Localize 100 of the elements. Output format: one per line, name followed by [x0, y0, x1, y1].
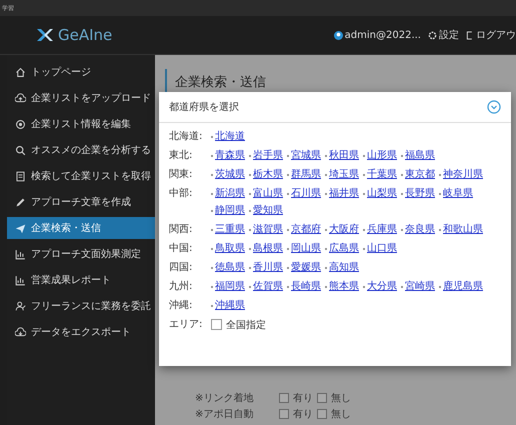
paper-plane-icon — [15, 222, 26, 234]
prefecture-link[interactable]: 島根県 — [253, 241, 283, 256]
prefecture-link[interactable]: 滋賀県 — [253, 222, 283, 237]
prefecture-link[interactable]: 熊本県 — [329, 279, 359, 294]
prefecture-link[interactable]: 石川県 — [291, 186, 321, 201]
prefecture-link[interactable]: 山口県 — [367, 241, 397, 256]
prefecture-link[interactable]: 千葉県 — [367, 167, 397, 182]
logo-text: GeAIne — [58, 26, 112, 44]
prefecture-link[interactable]: 鳥取県 — [215, 241, 245, 256]
checkbox[interactable] — [317, 409, 327, 419]
prefecture-link[interactable]: 秋田県 — [329, 148, 359, 163]
checkbox-label: 有り — [293, 408, 313, 421]
prefecture-link[interactable]: 大分県 — [367, 279, 397, 294]
prefecture-link[interactable]: 山梨県 — [367, 186, 397, 201]
prefecture-link[interactable]: 和歌山県 — [443, 222, 483, 237]
prefecture-link[interactable]: 静岡県 — [215, 203, 245, 218]
sidebar-item[interactable]: データをエクスポート — [7, 321, 155, 343]
prefecture-link[interactable]: 富山県 — [253, 186, 283, 201]
sidebar-item[interactable]: アプローチ文面効果測定 — [7, 243, 155, 265]
checkbox[interactable] — [317, 393, 327, 403]
prefecture-link[interactable]: 香川県 — [253, 260, 283, 275]
prefecture-link[interactable]: 栃木県 — [253, 167, 283, 182]
document-icon — [15, 170, 26, 182]
sidebar-item[interactable]: 企業検索・送信 — [7, 217, 155, 239]
prefecture-link[interactable]: 沖縄県 — [215, 298, 245, 313]
prefecture-link[interactable]: 徳島県 — [215, 260, 245, 275]
logout-link[interactable]: ログアウ — [476, 28, 516, 42]
prefecture-link[interactable]: 宮崎県 — [405, 279, 435, 294]
region-label: 四国: — [169, 261, 194, 275]
area-label: エリア: — [169, 318, 204, 332]
sidebar-item[interactable]: 企業リスト情報を編集 — [7, 113, 155, 135]
checkbox-label: 無し — [331, 408, 351, 421]
checkbox[interactable] — [279, 409, 289, 419]
prefecture-link[interactable]: 神奈川県 — [443, 167, 483, 182]
prefecture-link[interactable]: 青森県 — [215, 148, 245, 163]
user-name[interactable]: admin@2022... — [344, 30, 421, 40]
region-label: 九州: — [169, 280, 194, 294]
prefecture-link[interactable]: 京都府 — [291, 222, 321, 237]
prefecture-link[interactable]: 山形県 — [367, 148, 397, 163]
sidebar-item[interactable]: 検索して企業リストを取得 — [7, 165, 155, 187]
modal-title: 都道府県を選択 — [169, 100, 239, 114]
pencil-icon — [15, 196, 26, 208]
prefecture-link[interactable]: 北海道 — [215, 129, 245, 144]
prefecture-link[interactable]: 兵庫県 — [367, 222, 397, 237]
logout-icon — [466, 30, 474, 40]
region-label: 中国: — [169, 242, 194, 256]
sidebar-item[interactable]: 営業成果レポート — [7, 269, 155, 291]
region-label: 関西: — [169, 223, 194, 237]
sidebar-item[interactable]: フリーランスに業務を委託 — [7, 295, 155, 317]
prefecture-link[interactable]: 広島県 — [329, 241, 359, 256]
region-label: 北海道: — [169, 130, 204, 144]
sidebar-item[interactable]: 企業リストをアップロード — [7, 87, 155, 109]
cloud-icon — [15, 326, 26, 338]
prefecture-link[interactable]: 鹿児島県 — [443, 279, 483, 294]
person-icon — [15, 300, 26, 312]
prefecture-link[interactable]: 愛媛県 — [291, 260, 321, 275]
prefecture-link[interactable]: 福井県 — [329, 186, 359, 201]
checkbox-label: 有り — [293, 392, 313, 405]
settings-link[interactable]: 設定 — [439, 28, 459, 42]
prefecture-link[interactable]: 高知県 — [329, 260, 359, 275]
region-label: 関東: — [169, 168, 194, 182]
chart-icon — [15, 274, 26, 286]
region-label: 中部: — [169, 186, 194, 201]
prefecture-link[interactable]: 佐賀県 — [253, 279, 283, 294]
sidebar-item[interactable]: アプローチ文章を作成 — [7, 191, 155, 213]
sidebar-item[interactable]: オススメの企業を分析する — [7, 139, 155, 161]
house-icon — [15, 66, 26, 78]
prefecture-link[interactable]: 茨城県 — [215, 167, 245, 182]
sidebar-item[interactable]: トップページ — [7, 61, 155, 83]
search-icon — [15, 144, 26, 156]
target-icon — [15, 118, 26, 130]
region-label: 東北: — [169, 148, 194, 163]
prefecture-link[interactable]: 埼玉県 — [329, 167, 359, 182]
prefecture-link[interactable]: 三重県 — [215, 222, 245, 237]
close-icon[interactable] — [487, 100, 501, 114]
chart-icon — [15, 248, 26, 260]
logo-icon — [36, 27, 54, 43]
prefecture-link[interactable]: 福島県 — [405, 148, 435, 163]
prefecture-link[interactable]: 福岡県 — [215, 279, 245, 294]
prefecture-link[interactable]: 岡山県 — [291, 241, 321, 256]
prefecture-link[interactable]: 長崎県 — [291, 279, 321, 294]
prefecture-link[interactable]: 長野県 — [405, 186, 435, 201]
prefecture-link[interactable]: 群馬県 — [291, 167, 321, 182]
prefecture-link[interactable]: 大阪府 — [329, 222, 359, 237]
checkbox[interactable] — [279, 393, 289, 403]
cloud-icon — [15, 92, 26, 104]
prefecture-link[interactable]: 岩手県 — [253, 148, 283, 163]
checkbox[interactable] — [211, 319, 222, 330]
prefecture-link[interactable]: 奈良県 — [405, 222, 435, 237]
prefecture-link[interactable]: 愛知県 — [253, 203, 283, 218]
checkbox-label: 無し — [331, 392, 351, 405]
prefecture-link[interactable]: 新潟県 — [215, 186, 245, 201]
option-label: ※アポ日自動 — [195, 408, 254, 421]
prefecture-link[interactable]: 東京都 — [405, 167, 435, 182]
user-icon — [334, 30, 343, 40]
region-label: 沖縄: — [169, 298, 194, 313]
prefecture-link[interactable]: 宮城県 — [291, 148, 321, 163]
checkbox-label: 全国指定 — [226, 318, 266, 332]
settings-icon — [428, 30, 437, 40]
prefecture-link[interactable]: 岐阜県 — [443, 186, 473, 201]
